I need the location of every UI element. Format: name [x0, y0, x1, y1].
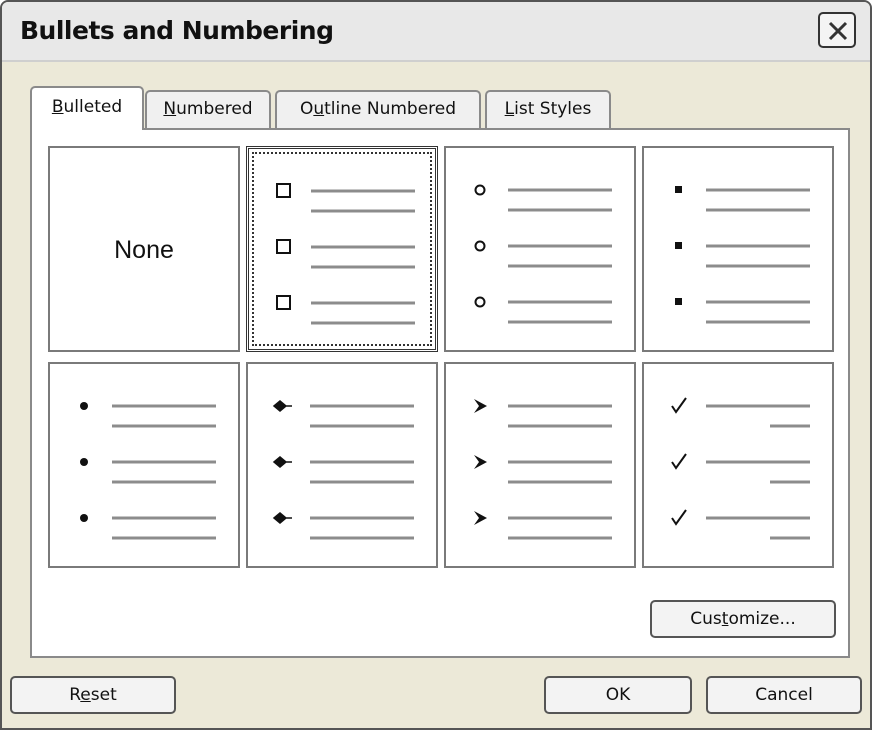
- tab-outline-numbered[interactable]: Outline Numbered: [275, 90, 481, 128]
- small-square-bullet-icon: [675, 186, 682, 193]
- hollow-circle-bullet-icon: [474, 296, 486, 308]
- arrow-diamond-bullet-icon: [272, 400, 292, 412]
- small-square-bullet-icon: [675, 242, 682, 249]
- bullet-option-none[interactable]: None: [48, 146, 240, 352]
- arrowhead-bullet-icon: [474, 455, 487, 469]
- bullet-option-arrow-diamond[interactable]: [246, 362, 438, 568]
- dialog-title: Bullets and Numbering: [20, 16, 334, 45]
- filled-circle-bullet-icon: [80, 514, 88, 522]
- customize-button[interactable]: Customize...: [650, 600, 836, 638]
- arrowhead-bullet-icon: [474, 399, 487, 413]
- cancel-button[interactable]: Cancel: [706, 676, 862, 714]
- bullet-option-check-mark[interactable]: [642, 362, 834, 568]
- check-mark-bullet-icon: [671, 397, 687, 414]
- ok-button[interactable]: OK: [544, 676, 692, 714]
- bullet-preview: [675, 186, 810, 324]
- bullet-option-small-square[interactable]: [642, 146, 834, 352]
- tab-numbered[interactable]: Numbered: [145, 90, 271, 128]
- close-button[interactable]: [818, 12, 856, 48]
- title-bar: Bullets and Numbering: [2, 2, 870, 62]
- arrowhead-bullet-icon: [474, 511, 487, 525]
- bullet-option-hollow-square[interactable]: [246, 146, 438, 352]
- arrow-diamond-bullet-icon: [272, 456, 292, 468]
- hollow-square-bullet-icon: [276, 239, 291, 254]
- bullet-preview: [474, 184, 612, 324]
- bullet-preview: [272, 400, 414, 540]
- check-mark-bullet-icon: [671, 453, 687, 470]
- close-icon: [828, 21, 848, 41]
- bullet-preview: [671, 397, 810, 540]
- tab-list-styles[interactable]: List Styles: [485, 90, 611, 128]
- none-option-label: None: [114, 236, 174, 264]
- hollow-square-bullet-icon: [276, 295, 291, 310]
- hollow-circle-bullet-icon: [474, 240, 486, 252]
- bulleted-tab-panel: None Customize...: [30, 128, 850, 658]
- bullet-option-hollow-circle[interactable]: [444, 146, 636, 352]
- bullet-option-arrowhead[interactable]: [444, 362, 636, 568]
- hollow-circle-bullet-icon: [474, 184, 486, 196]
- bullets-numbering-dialog: Bullets and Numbering Bulleted Numbered …: [0, 0, 872, 730]
- bullet-preview: [80, 402, 216, 540]
- arrow-diamond-bullet-icon: [272, 512, 292, 524]
- tab-bulleted[interactable]: Bulleted: [30, 86, 144, 130]
- filled-circle-bullet-icon: [80, 458, 88, 466]
- small-square-bullet-icon: [675, 298, 682, 305]
- check-mark-bullet-icon: [671, 509, 687, 526]
- bullet-option-filled-circle[interactable]: [48, 362, 240, 568]
- filled-circle-bullet-icon: [80, 402, 88, 410]
- bullet-preview: [474, 399, 612, 540]
- reset-button[interactable]: Reset: [10, 676, 176, 714]
- hollow-square-bullet-icon: [276, 183, 291, 198]
- bullet-preview: [276, 183, 415, 325]
